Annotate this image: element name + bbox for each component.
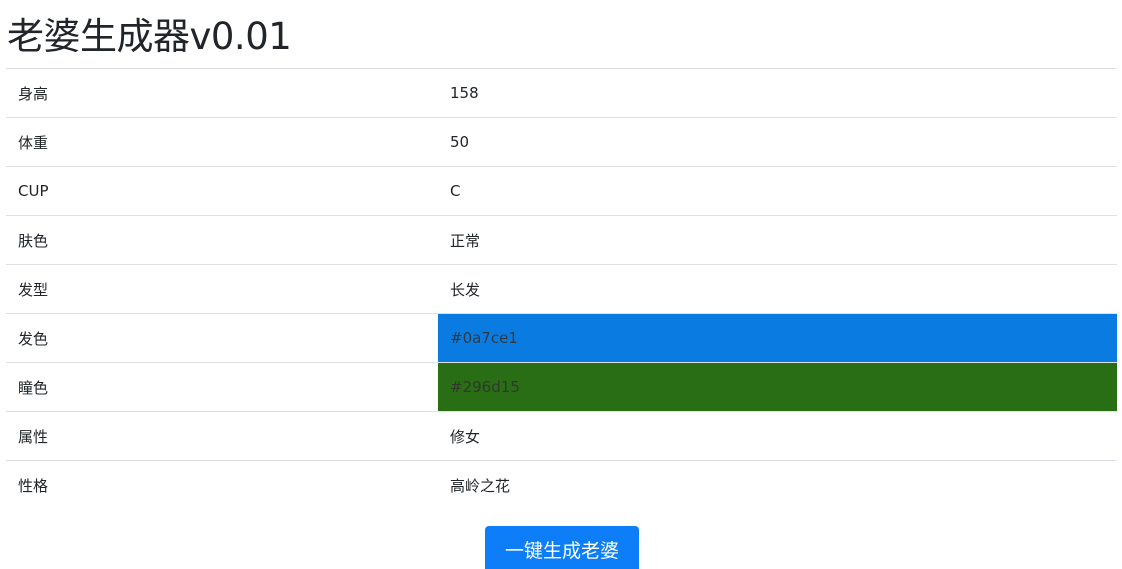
attribute-label: 肤色 xyxy=(6,215,438,265)
table-row-trait: 属性 修女 xyxy=(6,411,1117,461)
generate-wife-button[interactable]: 一键生成老婆 xyxy=(485,526,639,569)
attribute-label: 属性 xyxy=(6,411,438,461)
attribute-label: 性格 xyxy=(6,460,438,510)
table-row-cup: CUP C xyxy=(6,166,1117,216)
attribute-value: 修女 xyxy=(438,411,1117,461)
table-row-height: 身高 158 xyxy=(6,68,1117,118)
table-row-weight: 体重 50 xyxy=(6,117,1117,167)
attribute-label: CUP xyxy=(6,166,438,216)
attribute-label: 发型 xyxy=(6,264,438,314)
attribute-label: 体重 xyxy=(6,117,438,167)
table-row-skin-color: 肤色 正常 xyxy=(6,215,1117,265)
attribute-label: 身高 xyxy=(6,68,438,118)
table-row-hairstyle: 发型 长发 xyxy=(6,264,1117,314)
attribute-value: 高岭之花 xyxy=(438,460,1117,510)
attribute-value: C xyxy=(438,166,1117,216)
eye-color-swatch: #296d15 xyxy=(438,362,1117,412)
table-row-personality: 性格 高岭之花 xyxy=(6,460,1117,510)
attribute-value: 50 xyxy=(438,117,1117,167)
table-row-eye-color: 瞳色 #296d15 xyxy=(6,362,1117,412)
attribute-label: 瞳色 xyxy=(6,362,438,412)
attributes-table: 身高 158 体重 50 CUP C 肤色 正常 发型 长发 发色 #0a7ce… xyxy=(6,68,1117,510)
attribute-label: 发色 xyxy=(6,313,438,363)
hair-color-swatch: #0a7ce1 xyxy=(438,313,1117,363)
attribute-value: 长发 xyxy=(438,264,1117,314)
page-title: 老婆生成器v0.01 xyxy=(7,15,292,58)
attribute-value: 158 xyxy=(438,68,1117,118)
table-row-hair-color: 发色 #0a7ce1 xyxy=(6,313,1117,363)
page: 老婆生成器v0.01 身高 158 体重 50 CUP C 肤色 正常 发型 长… xyxy=(0,0,1122,569)
attribute-value: 正常 xyxy=(438,215,1117,265)
